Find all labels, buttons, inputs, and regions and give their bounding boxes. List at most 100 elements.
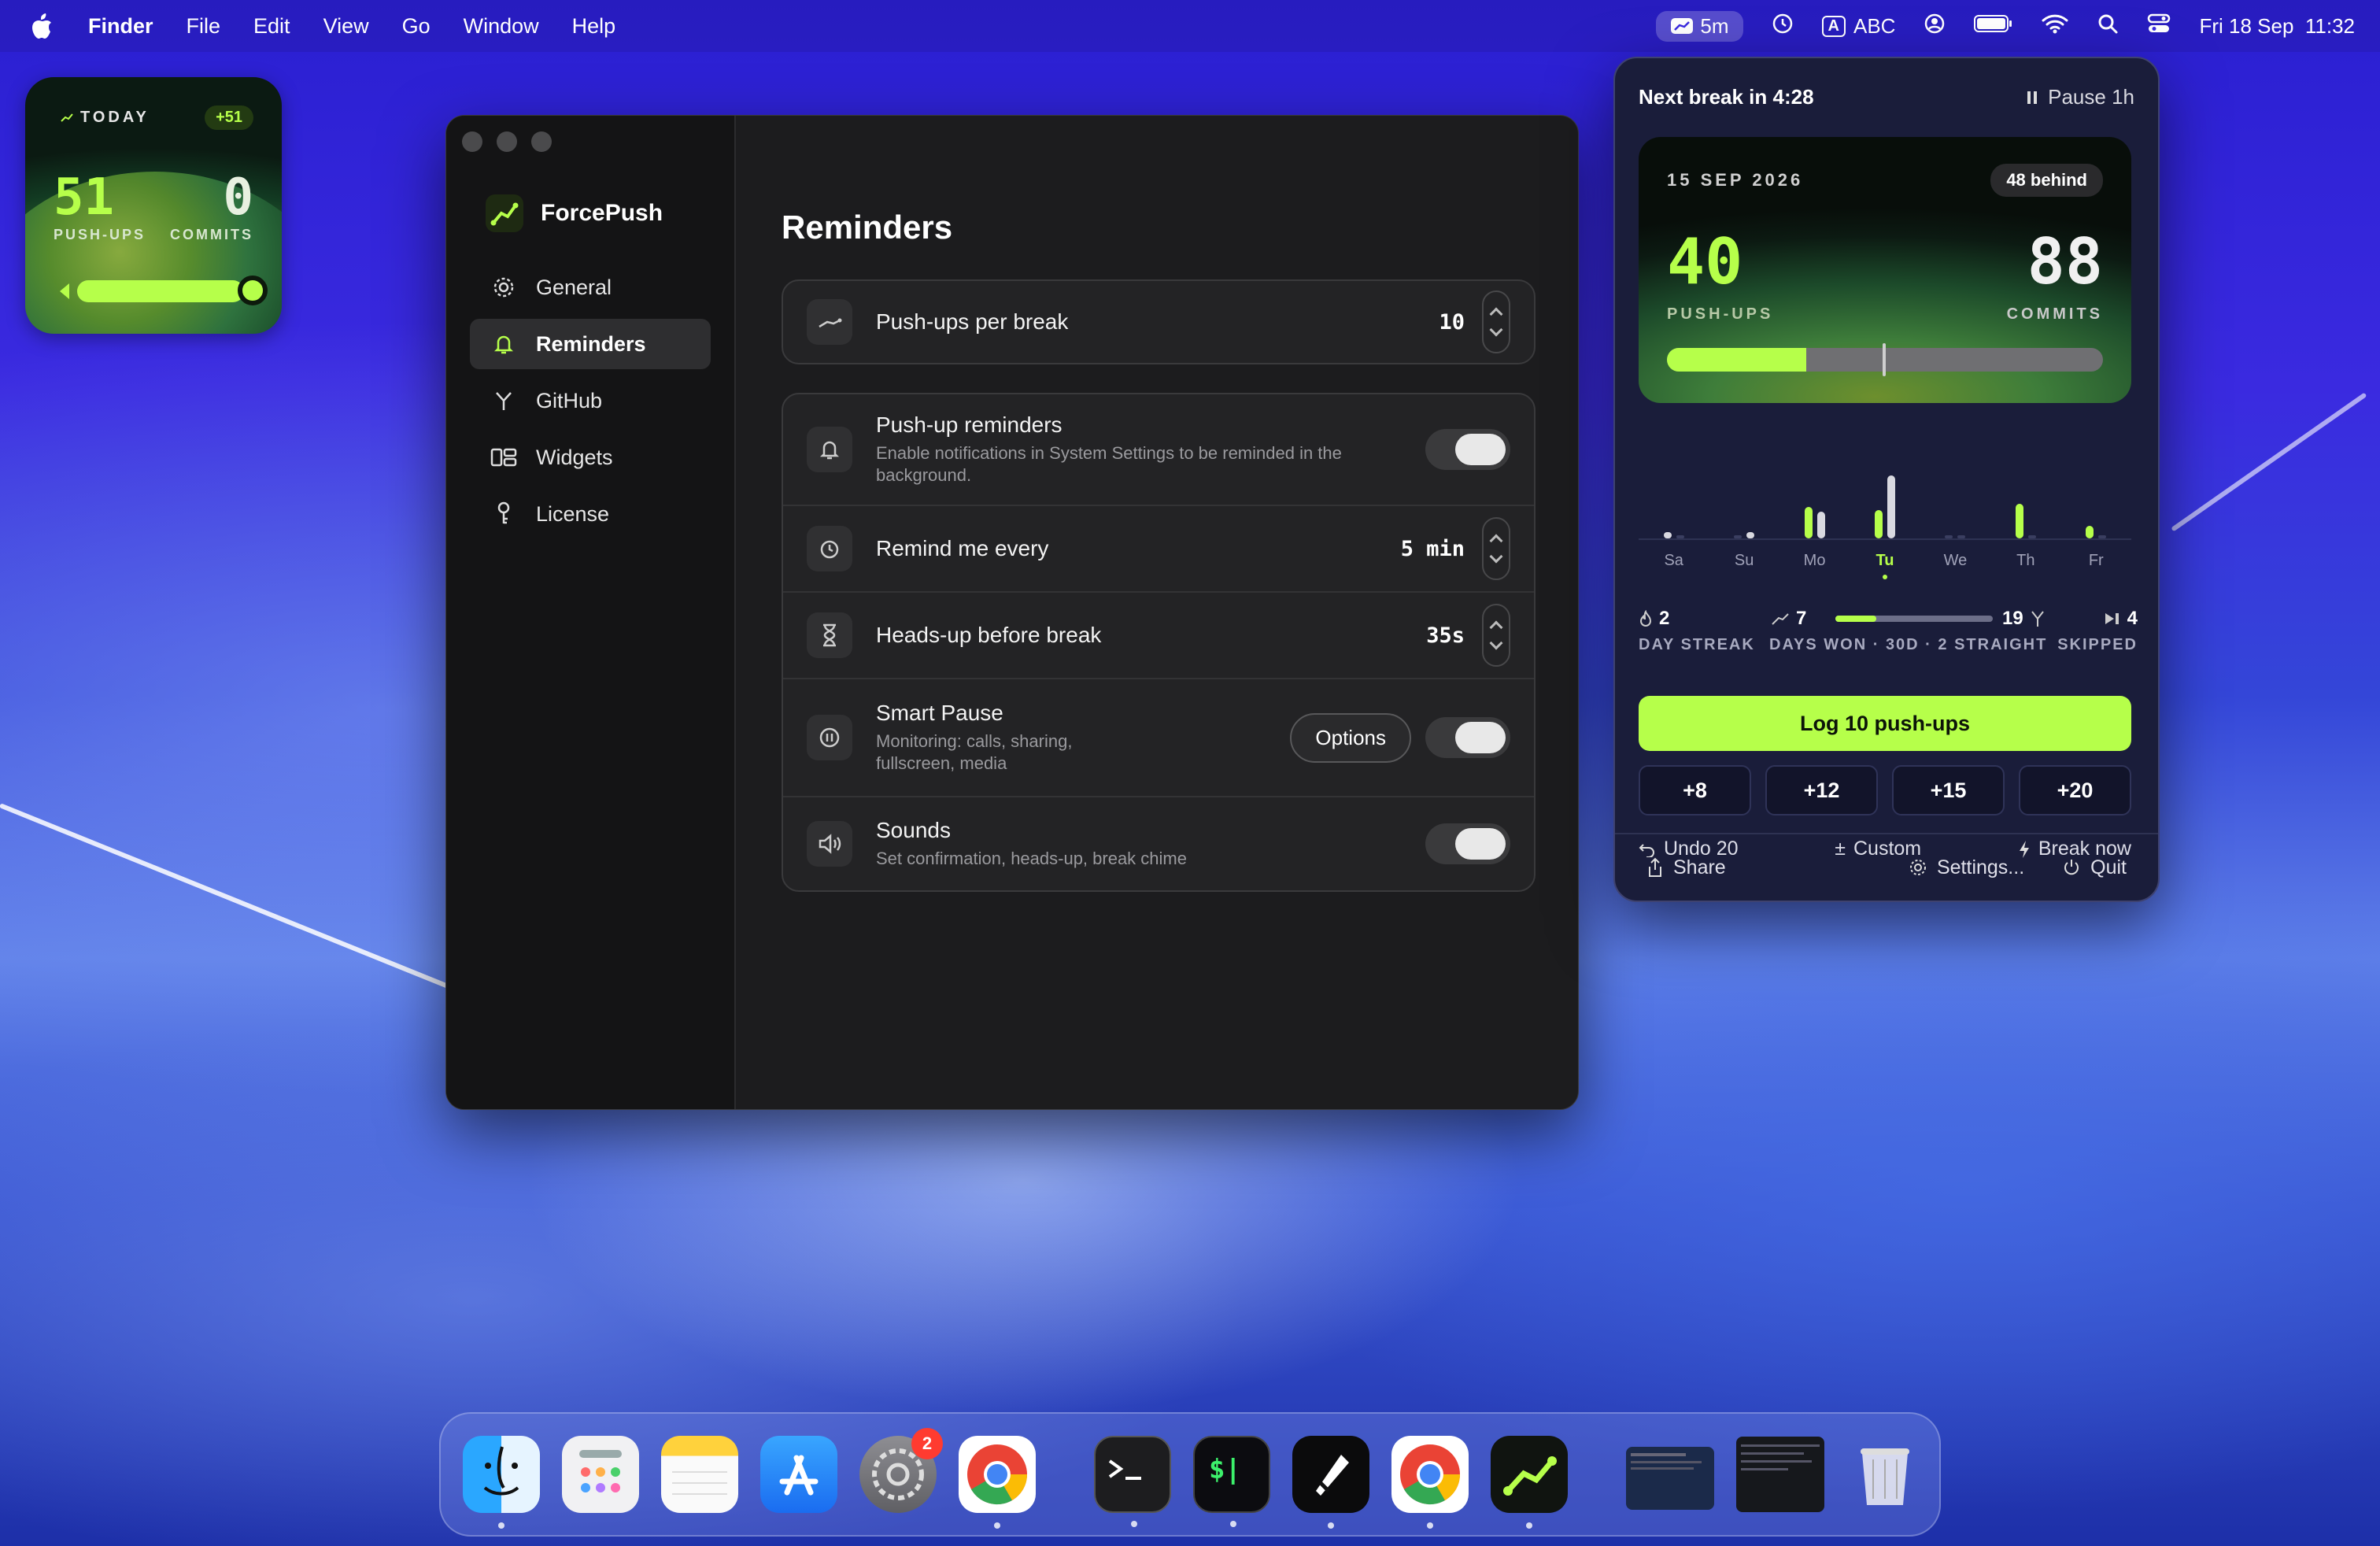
dock-minimized-terminal-icon[interactable]	[1736, 1437, 1824, 1512]
pause-button[interactable]: Pause 1h	[2026, 85, 2134, 109]
streak-label: DAY STREAK	[1639, 636, 1755, 653]
branch-icon	[490, 389, 517, 412]
dock-forcepush-icon[interactable]	[1491, 1436, 1568, 1529]
menu-edit[interactable]: Edit	[253, 14, 290, 39]
sidebar-item-label: GitHub	[536, 388, 603, 412]
pushup-bar	[1804, 507, 1813, 538]
zoom-button[interactable]	[531, 131, 552, 152]
close-button[interactable]	[462, 131, 482, 152]
pushups-per-break-stepper[interactable]	[1482, 290, 1510, 353]
dock-chrome-icon[interactable]	[959, 1436, 1036, 1529]
hero-date: 15 SEP 2026	[1667, 170, 1804, 190]
quit-button[interactable]: Quit	[2062, 856, 2127, 879]
pushup-icon	[1671, 18, 1694, 34]
skipped-label: SKIPPED	[2057, 636, 2138, 653]
pushup-reminders-toggle[interactable]	[1425, 429, 1510, 470]
sidebar-item-widgets[interactable]: Widgets	[470, 432, 711, 483]
pushup-icon	[807, 299, 852, 345]
hero-pushups-label: PUSH-UPS	[1667, 305, 1774, 323]
dock-finder-icon[interactable]	[463, 1436, 540, 1529]
widget-pushups-label: PUSH-UPS	[54, 227, 146, 242]
heads-up-row: Heads-up before break 35s	[783, 593, 1534, 679]
today-widget[interactable]: TODAY +51 51 0 PUSH-UPS COMMITS	[25, 77, 282, 334]
menu-view[interactable]: View	[323, 14, 369, 39]
dock-rocket-app-icon[interactable]	[1292, 1436, 1369, 1529]
next-break-label: Next break in 4:28	[1639, 85, 1814, 109]
heads-up-value: 35s	[1426, 623, 1465, 648]
smart-pause-toggle[interactable]	[1425, 717, 1510, 758]
sidebar-list: General Reminders GitHub Widgets License	[470, 262, 711, 546]
dock-shell-app-icon[interactable]: $|	[1193, 1436, 1270, 1527]
day-label: Su	[1734, 552, 1754, 569]
spotlight-search-icon[interactable]	[2097, 13, 2119, 40]
apple-icon[interactable]	[30, 13, 54, 39]
behind-badge: 48 behind	[1990, 164, 2103, 197]
pause-icon	[2027, 91, 2038, 104]
settings-label: Settings...	[1936, 856, 2025, 878]
app-name: ForcePush	[541, 200, 663, 226]
forcepush-menubar-timer[interactable]: 5m	[1656, 10, 1743, 42]
heads-up-stepper[interactable]	[1482, 604, 1510, 667]
dock-app-store-icon[interactable]	[760, 1436, 837, 1513]
commit-bar	[2098, 535, 2107, 538]
log-pushups-button[interactable]: Log 10 push-ups	[1639, 696, 2131, 751]
sidebar-item-general[interactable]: General	[470, 262, 711, 313]
smart-pause-options-button[interactable]: Options	[1290, 712, 1411, 763]
pushup-icon	[1772, 613, 1789, 625]
days-won-label: DAYS WON · 30D · 2 STRAIGHT	[1769, 636, 2048, 653]
menu-bar: Finder File Edit View Go Window Help 5m …	[0, 0, 2380, 52]
user-icon[interactable]	[1924, 13, 1946, 40]
bell-icon	[807, 427, 852, 472]
streak-count: 2	[1659, 608, 1670, 629]
menu-app-name[interactable]: Finder	[88, 14, 153, 39]
battery-icon[interactable]	[1974, 14, 2013, 39]
menu-window[interactable]: Window	[464, 14, 539, 39]
row-title: Sounds	[876, 818, 951, 842]
sidebar-item-github[interactable]: GitHub	[470, 375, 711, 426]
quit-label: Quit	[2090, 856, 2127, 878]
dock-minimized-window-icon[interactable]	[1626, 1447, 1714, 1510]
dock-launchpad-icon[interactable]	[562, 1436, 639, 1513]
wifi-icon[interactable]	[2042, 13, 2068, 39]
gear-icon	[490, 276, 517, 299]
day-label: Th	[2016, 552, 2035, 569]
widget-progress-bar	[77, 280, 244, 302]
widgets-icon	[490, 447, 517, 468]
menu-help[interactable]: Help	[572, 14, 616, 39]
screen-time-icon[interactable]	[1772, 13, 1794, 40]
increment-8-button[interactable]: +8	[1639, 765, 1751, 816]
app-brand: ForcePush	[486, 194, 663, 232]
pushup-bar	[1875, 510, 1883, 538]
settings-sidebar: ForcePush General Reminders GitHub Widge…	[446, 116, 736, 1109]
share-button[interactable]: Share	[1646, 856, 1909, 879]
sidebar-item-license[interactable]: License	[470, 489, 711, 539]
input-source[interactable]: A ABC	[1821, 14, 1895, 39]
dock-chrome-icon-2[interactable]	[1391, 1436, 1469, 1529]
increment-20-button[interactable]: +20	[2019, 765, 2131, 816]
hourglass-icon	[807, 612, 852, 658]
minimize-button[interactable]	[497, 131, 517, 152]
sidebar-item-reminders[interactable]: Reminders	[470, 319, 711, 369]
menu-go[interactable]: Go	[402, 14, 431, 39]
skip-icon	[2105, 613, 2119, 624]
increment-12-button[interactable]: +12	[1765, 765, 1878, 816]
dock-terminal-icon[interactable]	[1094, 1436, 1171, 1527]
dock-trash-icon[interactable]	[1846, 1436, 1924, 1513]
commit-bar	[1887, 475, 1895, 538]
remind-every-stepper[interactable]	[1482, 517, 1510, 580]
menubar-clock[interactable]: Fri 18 Sep 11:32	[2199, 14, 2355, 39]
dock-notes-icon[interactable]	[661, 1436, 738, 1513]
row-title: Push-up reminders	[876, 412, 1062, 437]
menu-file[interactable]: File	[187, 14, 221, 39]
day-label: Fr	[2088, 552, 2104, 569]
pushup-icon	[60, 112, 74, 127]
dock-system-settings-icon[interactable]: 2	[859, 1428, 943, 1513]
pushups-per-break-value: 10	[1439, 309, 1465, 335]
settings-content: Reminders Push-ups per break 10 Push-up …	[782, 116, 1578, 1109]
share-label: Share	[1673, 856, 1726, 878]
control-center-icon[interactable]	[2147, 13, 2171, 39]
sounds-toggle[interactable]	[1425, 823, 1510, 864]
settings-button[interactable]: Settings...	[1909, 856, 2024, 879]
increment-15-button[interactable]: +15	[1892, 765, 2005, 816]
timer-icon	[807, 526, 852, 571]
